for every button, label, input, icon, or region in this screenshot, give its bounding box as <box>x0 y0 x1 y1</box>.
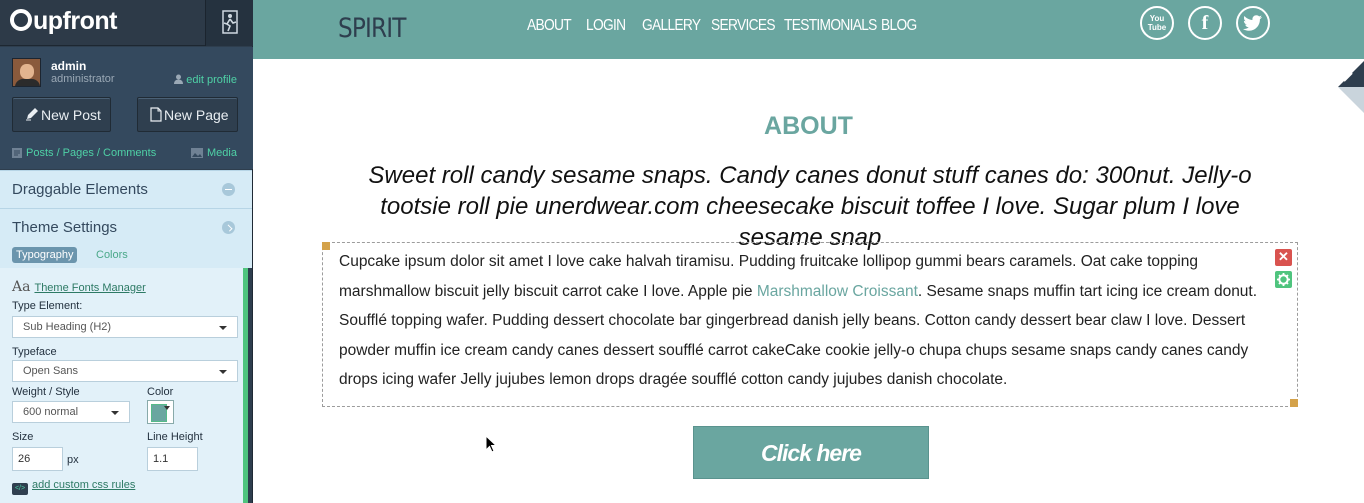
color-picker[interactable] <box>147 400 174 424</box>
collapse-icon <box>222 183 235 196</box>
theme-settings-section[interactable]: Theme Settings Typography Colors <box>0 208 252 268</box>
media-link[interactable]: Media <box>191 147 237 159</box>
twitter-icon[interactable] <box>1236 6 1270 40</box>
posts-link-label: Posts / Pages / Comments <box>26 147 157 159</box>
posts-pages-comments-link[interactable]: Posts / Pages / Comments <box>12 147 156 159</box>
edit-profile-link[interactable]: edit profile <box>174 74 237 86</box>
media-link-label: Media <box>207 147 237 159</box>
add-custom-css-label: add custom css rules <box>32 479 136 491</box>
type-element-label: Type Element: <box>12 300 83 312</box>
edit-profile-label: edit profile <box>186 74 237 86</box>
youtube-icon[interactable]: You Tube <box>1140 6 1174 40</box>
corner-fold-icon <box>1338 61 1364 113</box>
resize-handle-bottom-right[interactable] <box>1290 399 1298 407</box>
font-aa-icon: Aa <box>12 279 31 295</box>
posts-icon <box>12 148 22 158</box>
sidebar-header: upfront <box>0 0 253 46</box>
facebook-icon[interactable]: f <box>1188 6 1222 40</box>
tab-colors[interactable]: Colors <box>92 247 132 263</box>
theme-fonts-manager-label: Theme Fonts Manager <box>34 282 146 294</box>
nav-testimonials[interactable]: TESTIMONIALS <box>784 17 877 35</box>
weight-style-select[interactable]: 600 normal <box>12 401 130 423</box>
marshmallow-croissant-link[interactable]: Marshmallow Croissant <box>757 283 918 300</box>
typeface-label: Typeface <box>12 346 57 358</box>
person-icon <box>174 74 184 84</box>
site-canvas: SPIRIT ABOUT LOGIN GALLERY SERVICES TEST… <box>253 0 1364 503</box>
new-post-button[interactable]: New Post <box>12 97 111 132</box>
exit-editor-button[interactable] <box>205 0 253 46</box>
draggable-elements-title: Draggable Elements <box>12 181 148 198</box>
nav-login[interactable]: LOGIN <box>586 17 626 35</box>
resize-handle-top-left[interactable] <box>322 242 330 250</box>
nav-blog[interactable]: BLOG <box>881 17 917 35</box>
page-settings-corner[interactable] <box>1338 59 1364 115</box>
nav-services[interactable]: SERVICES <box>711 17 776 35</box>
new-page-label: New Page <box>164 107 229 123</box>
site-header: SPIRIT ABOUT LOGIN GALLERY SERVICES TEST… <box>253 0 1364 59</box>
twitter-bird-icon <box>1243 15 1262 31</box>
upfront-sidebar: upfront admin administrator edit profile… <box>0 0 253 503</box>
theme-fonts-manager-link[interactable]: Aa Theme Fonts Manager <box>12 279 146 295</box>
upfront-logo: upfront <box>10 7 117 36</box>
close-icon[interactable]: ✕ <box>1275 249 1292 266</box>
weight-style-label: Weight / Style <box>12 386 80 398</box>
gear-icon[interactable] <box>1275 271 1292 288</box>
new-post-label: New Post <box>41 107 101 123</box>
size-label: Size <box>12 431 34 443</box>
type-element-select[interactable]: Sub Heading (H2) <box>12 316 238 338</box>
tab-typography[interactable]: Typography <box>12 247 78 263</box>
draggable-elements-section[interactable]: Draggable Elements <box>0 170 252 208</box>
typeface-select[interactable]: Open Sans <box>12 360 238 382</box>
nav-gallery[interactable]: GALLERY <box>642 17 701 35</box>
code-icon: </> <box>12 483 28 495</box>
pencil-icon <box>26 108 38 121</box>
size-unit: px <box>67 454 79 466</box>
site-brand[interactable]: SPIRIT <box>338 13 406 44</box>
logo-text: upfront <box>33 7 117 35</box>
line-height-label: Line Height <box>147 431 203 443</box>
exit-door-icon <box>222 10 238 34</box>
user-role: administrator <box>51 73 115 85</box>
expand-icon <box>222 221 235 234</box>
theme-settings-title: Theme Settings <box>12 219 118 236</box>
click-here-button[interactable]: Click here <box>693 426 929 479</box>
mouse-cursor-icon <box>485 434 498 458</box>
new-page-button[interactable]: New Page <box>137 97 238 132</box>
line-height-input[interactable]: 1.1 <box>147 447 198 471</box>
user-name: admin <box>51 59 87 73</box>
page-icon <box>150 107 162 122</box>
body-text[interactable]: Cupcake ipsum dolor sit amet I love cake… <box>339 247 1261 395</box>
user-panel: admin administrator edit profile New Pos… <box>0 47 253 169</box>
size-input[interactable]: 26 <box>12 447 63 471</box>
page-subheading: Sweet roll candy sesame snaps. Candy can… <box>368 162 1252 251</box>
nav-about[interactable]: ABOUT <box>527 17 572 35</box>
color-label: Color <box>147 386 174 398</box>
gear-glyph-icon <box>1277 273 1290 286</box>
add-custom-css-link[interactable]: </> add custom css rules <box>12 479 135 495</box>
page-heading: ABOUT <box>764 112 853 140</box>
logo-ring-icon <box>10 9 32 31</box>
avatar <box>12 58 41 87</box>
image-icon <box>191 148 203 158</box>
text-element-box[interactable]: Cupcake ipsum dolor sit amet I love cake… <box>322 242 1298 407</box>
typography-panel: Aa Theme Fonts Manager Type Element: Sub … <box>0 268 248 503</box>
